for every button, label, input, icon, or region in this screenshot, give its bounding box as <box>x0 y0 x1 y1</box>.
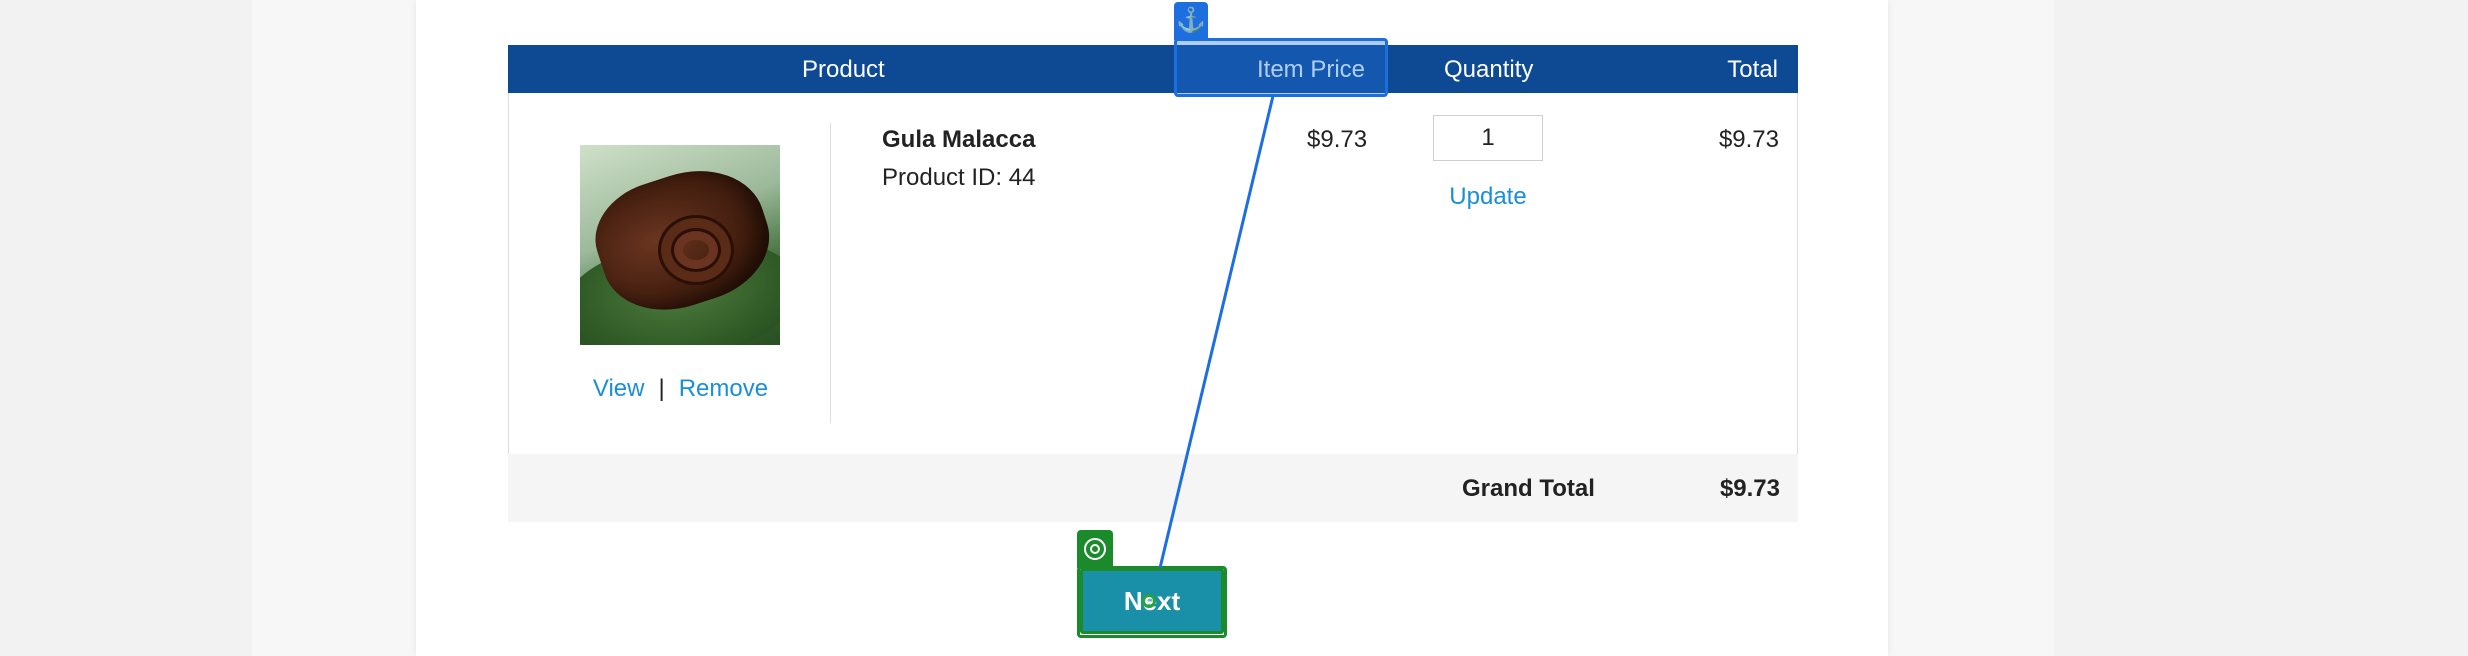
column-header-product: Product <box>802 56 885 83</box>
link-separator: | <box>658 375 665 402</box>
right-margin <box>2054 0 2468 656</box>
sugar-spiral-shape <box>658 215 734 285</box>
column-header-total: Total <box>1727 56 1778 83</box>
grand-total-label: Grand Total <box>1462 475 1595 502</box>
view-link[interactable]: View <box>593 375 645 402</box>
anchor-icon: ⚓ <box>1174 2 1208 40</box>
left-margin <box>0 0 252 656</box>
remove-link[interactable]: Remove <box>679 375 768 402</box>
target-ring <box>1084 538 1106 560</box>
line-total: $9.73 <box>1718 126 1779 153</box>
quantity-input[interactable] <box>1433 115 1543 161</box>
anchor-highlight <box>1174 38 1388 97</box>
column-header-quantity: Quantity <box>1444 56 1534 83</box>
grand-total-value: $9.73 <box>1719 475 1780 502</box>
product-id: Product ID: 44 <box>882 164 1036 191</box>
click-target-dot <box>1142 594 1156 608</box>
cart-table-header: Product Item Price Quantity Total <box>508 45 1798 93</box>
update-link[interactable]: Update <box>1433 183 1543 211</box>
column-divider <box>830 123 831 423</box>
product-image[interactable] <box>580 145 780 345</box>
item-actions: View | Remove <box>509 375 852 403</box>
item-price: $9.73 <box>1307 126 1368 153</box>
target-icon <box>1077 530 1113 568</box>
grand-total-row: Grand Total $9.73 <box>508 454 1798 522</box>
cart-item-row: View | Remove Gula Malacca Product ID: 44 … <box>508 93 1798 455</box>
product-name: Gula Malacca <box>882 126 1036 153</box>
